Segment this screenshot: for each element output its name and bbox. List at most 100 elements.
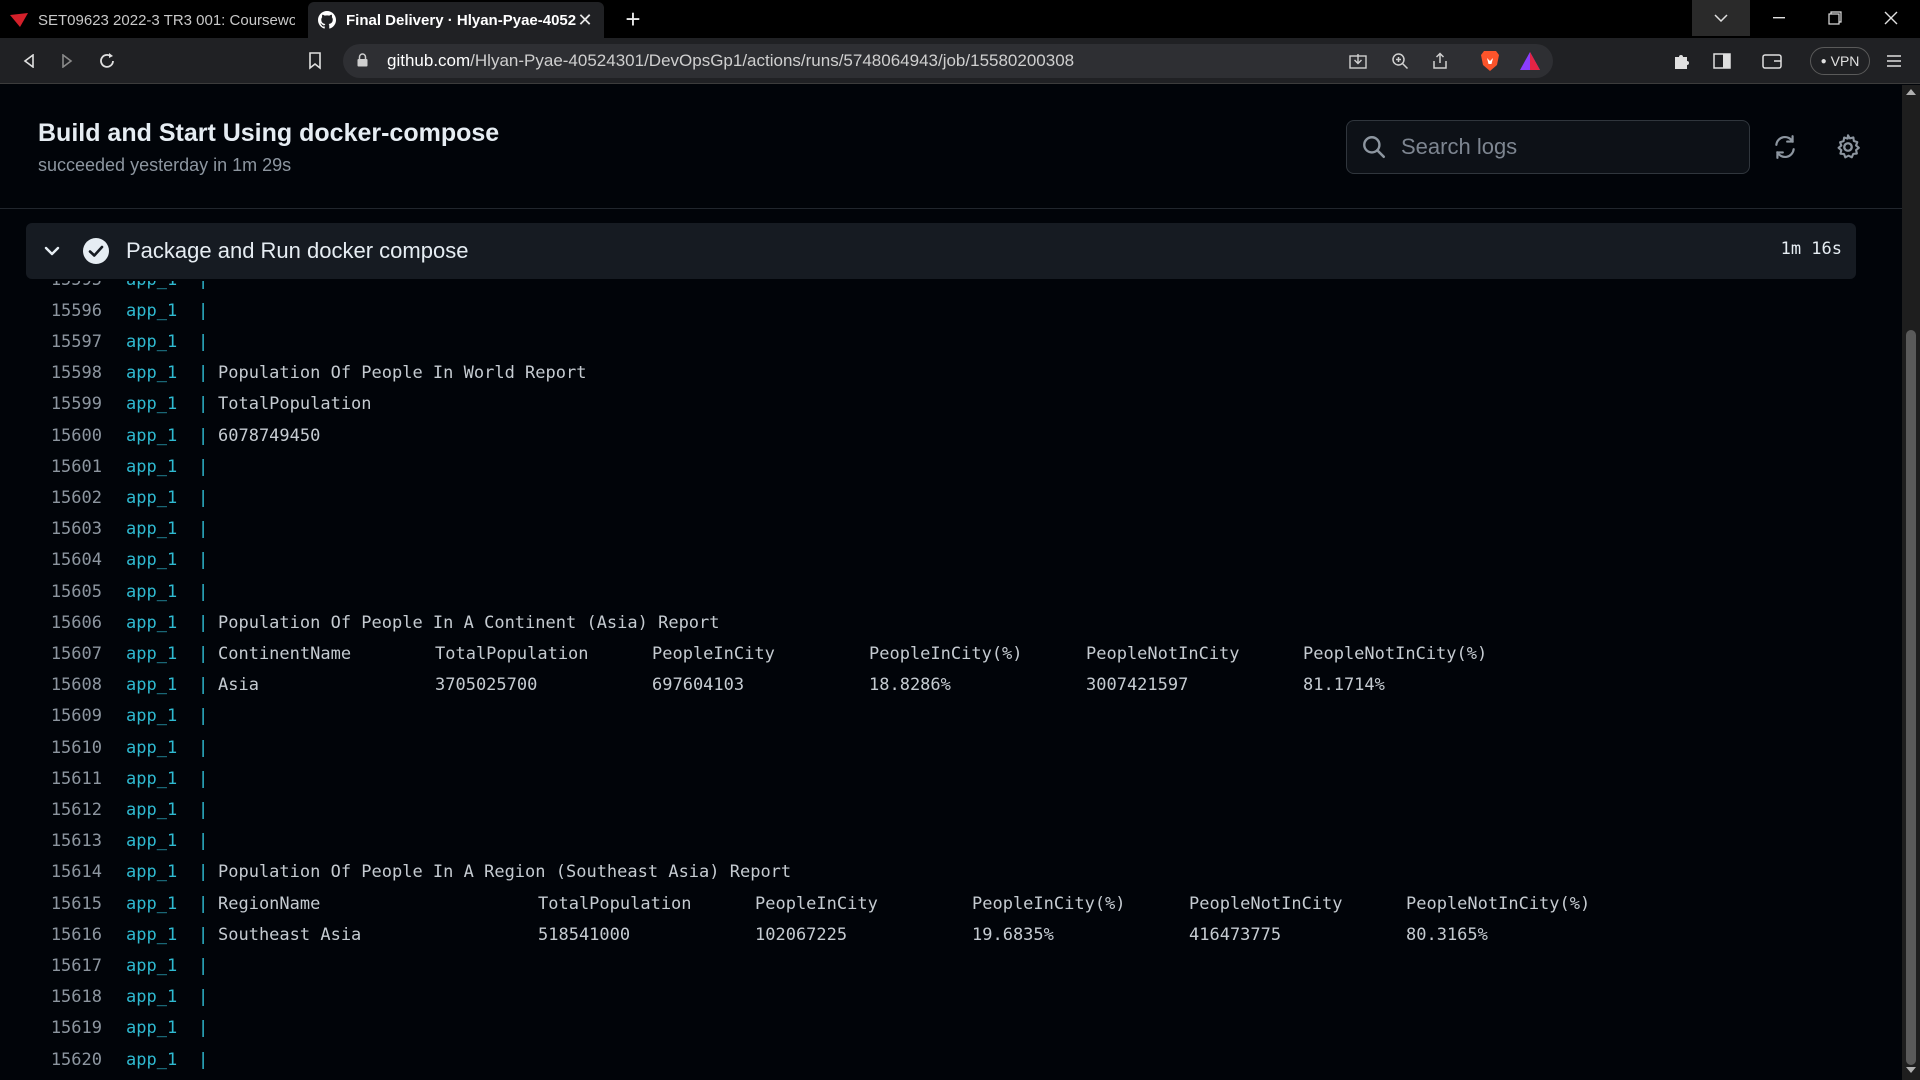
log-line[interactable]: 15604 app_1 | xyxy=(26,545,1856,576)
line-number[interactable]: 15617 xyxy=(26,956,102,976)
log-line[interactable]: 15612 app_1 | xyxy=(26,794,1856,825)
line-number[interactable]: 15596 xyxy=(26,301,102,321)
log-line[interactable]: 15597 app_1 | xyxy=(26,326,1856,357)
log-cell: Southeast Asia xyxy=(218,924,362,945)
close-window-icon[interactable] xyxy=(1862,0,1920,36)
line-number[interactable]: 15609 xyxy=(26,706,102,726)
log-message: TotalPopulation xyxy=(218,394,372,415)
service-name: app_1 xyxy=(126,799,178,820)
search-logs-box[interactable] xyxy=(1346,120,1750,174)
log-line[interactable]: 15598 app_1 | Population Of People In World… xyxy=(26,358,1856,389)
log-line[interactable]: 15609 app_1 | xyxy=(26,701,1856,732)
vpn-button[interactable]: ● VPN xyxy=(1810,47,1870,75)
log-line[interactable]: 15596 app_1 | xyxy=(26,295,1856,326)
service-name: app_1 xyxy=(126,550,178,571)
tab-search-chevron-down-icon[interactable] xyxy=(1692,0,1750,36)
log-cell: 80.3165% xyxy=(1406,924,1488,945)
line-number[interactable]: 15620 xyxy=(26,1050,102,1070)
log-line[interactable]: 15599 app_1 | TotalPopulation xyxy=(26,389,1856,420)
forward-icon[interactable] xyxy=(52,46,82,76)
line-number[interactable]: 15605 xyxy=(26,582,102,602)
line-number[interactable]: 15618 xyxy=(26,987,102,1007)
page-scrollbar[interactable] xyxy=(1902,85,1920,1080)
line-number[interactable]: 15615 xyxy=(26,894,102,914)
close-tab-icon[interactable]: ✕ xyxy=(576,10,594,31)
log-line[interactable]: 15605 app_1 | xyxy=(26,576,1856,607)
search-logs-input[interactable] xyxy=(1401,134,1731,160)
log-line[interactable]: 15608 app_1 | Asia 3705025700 697604103 18.828… xyxy=(26,670,1856,701)
menu-icon[interactable] xyxy=(1880,46,1908,76)
restore-window-icon[interactable] xyxy=(1806,0,1864,36)
zoom-icon[interactable] xyxy=(1386,46,1414,76)
line-number[interactable]: 15614 xyxy=(26,862,102,882)
chevron-down-icon[interactable] xyxy=(40,239,64,263)
scrollbar-thumb[interactable] xyxy=(1906,330,1916,1065)
back-icon[interactable] xyxy=(14,46,44,76)
line-number[interactable]: 15619 xyxy=(26,1018,102,1038)
line-number[interactable]: 15610 xyxy=(26,738,102,758)
log-line[interactable]: 15600 app_1 | 6078749450 xyxy=(26,420,1856,451)
log-line[interactable]: 15601 app_1 | xyxy=(26,451,1856,482)
log-line[interactable]: 15615 app_1 | RegionName TotalPopulation Peop… xyxy=(26,888,1856,919)
minimize-window-icon[interactable] xyxy=(1750,0,1808,36)
log-separator: | xyxy=(198,643,209,664)
log-line[interactable]: 15620 app_1 | xyxy=(26,1044,1856,1075)
scroll-up-arrow-icon[interactable] xyxy=(1906,89,1916,95)
service-name: app_1 xyxy=(126,1049,178,1070)
line-number[interactable]: 15600 xyxy=(26,426,102,446)
brave-shields-icon[interactable] xyxy=(1476,46,1504,76)
wallet-icon[interactable] xyxy=(1758,46,1786,76)
log-cell: PeopleInCity(%) xyxy=(869,643,1023,664)
line-number[interactable]: 15598 xyxy=(26,363,102,383)
line-number[interactable]: 15611 xyxy=(26,769,102,789)
log-separator: | xyxy=(198,487,209,508)
log-separator: | xyxy=(198,675,209,696)
browser-toolbar: github.com/Hlyan-Pyae-40524301/DevOpsGp1… xyxy=(0,38,1920,84)
log-line[interactable]: 15613 app_1 | xyxy=(26,826,1856,857)
log-line[interactable]: 15602 app_1 | xyxy=(26,482,1856,513)
tab-coursework[interactable]: SET09623 2022-3 TR3 001: Coursewor xyxy=(0,2,305,38)
log-line[interactable]: 15595 app_1 | xyxy=(26,281,1856,295)
brave-rewards-icon[interactable] xyxy=(1516,46,1544,76)
line-number[interactable]: 15606 xyxy=(26,613,102,633)
line-number[interactable]: 15595 xyxy=(26,281,102,290)
refresh-logs-icon[interactable] xyxy=(1768,130,1802,164)
tab-final-delivery[interactable]: Final Delivery · Hlyan-Pyae-40524 ✕ xyxy=(308,2,604,38)
scroll-down-arrow-icon[interactable] xyxy=(1906,1067,1916,1073)
bookmark-icon[interactable] xyxy=(300,46,330,76)
line-number[interactable]: 15603 xyxy=(26,519,102,539)
log-separator: | xyxy=(198,394,209,415)
log-line[interactable]: 15614 app_1 | Population Of People In A Reg… xyxy=(26,857,1856,888)
line-number[interactable]: 15616 xyxy=(26,925,102,945)
line-number[interactable]: 15599 xyxy=(26,394,102,414)
line-number[interactable]: 15607 xyxy=(26,644,102,664)
share-icon[interactable] xyxy=(1426,46,1454,76)
log-line[interactable]: 15603 app_1 | xyxy=(26,514,1856,545)
service-name: app_1 xyxy=(126,675,178,696)
reload-icon[interactable] xyxy=(92,46,122,76)
log-message: 6078749450 xyxy=(218,425,321,446)
log-line[interactable]: 15616 app_1 | Southeast Asia 518541000 102067… xyxy=(26,919,1856,950)
sidebar-toggle-icon[interactable] xyxy=(1708,46,1736,76)
settings-gear-icon[interactable] xyxy=(1831,130,1865,164)
line-number[interactable]: 15613 xyxy=(26,831,102,851)
log-line[interactable]: 15606 app_1 | Population Of People In A Con… xyxy=(26,607,1856,638)
line-number[interactable]: 15608 xyxy=(26,675,102,695)
install-app-icon[interactable] xyxy=(1344,46,1372,76)
line-number[interactable]: 15604 xyxy=(26,550,102,570)
service-name: app_1 xyxy=(126,300,178,321)
log-line[interactable]: 15607 app_1 | ContinentName TotalPopulation P… xyxy=(26,638,1856,669)
log-line[interactable]: 15617 app_1 | xyxy=(26,950,1856,981)
new-tab-button[interactable]: + xyxy=(618,4,648,34)
extensions-puzzle-icon[interactable] xyxy=(1668,46,1696,76)
line-number[interactable]: 15612 xyxy=(26,800,102,820)
line-number[interactable]: 15602 xyxy=(26,488,102,508)
log-line[interactable]: 15618 app_1 | xyxy=(26,982,1856,1013)
service-name: app_1 xyxy=(126,706,178,727)
log-line[interactable]: 15619 app_1 | xyxy=(26,1013,1856,1044)
log-line[interactable]: 15610 app_1 | xyxy=(26,732,1856,763)
log-line[interactable]: 15611 app_1 | xyxy=(26,763,1856,794)
line-number[interactable]: 15597 xyxy=(26,332,102,352)
step-header[interactable]: Package and Run docker compose 1m 16s xyxy=(26,223,1856,279)
line-number[interactable]: 15601 xyxy=(26,457,102,477)
